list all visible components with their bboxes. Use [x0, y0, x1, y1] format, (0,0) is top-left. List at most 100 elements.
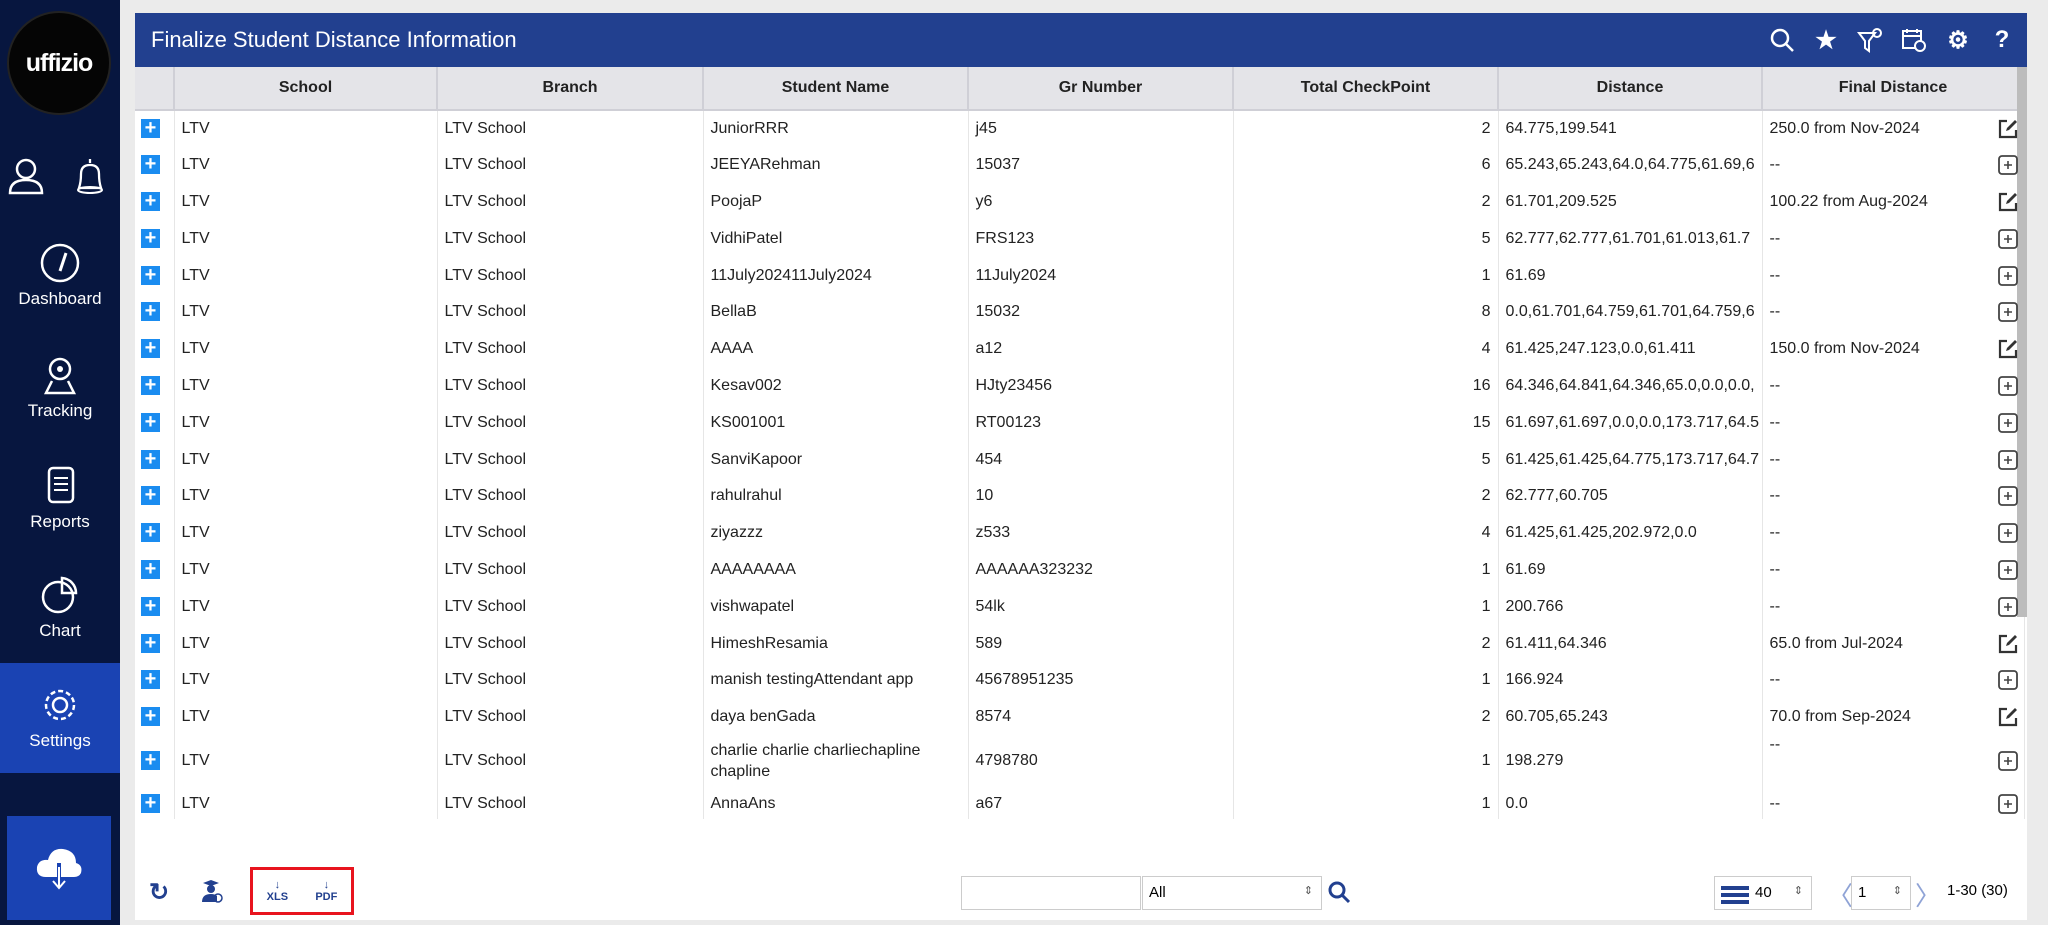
page-number-select[interactable]: 1 ⇕	[1851, 876, 1911, 910]
sidebar-item-settings[interactable]: Settings	[0, 663, 120, 773]
add-final-distance-icon[interactable]	[1997, 412, 2018, 433]
student-name-cell: charlie charlie charliechapline chapline	[703, 735, 969, 786]
expand-row-icon[interactable]: +	[141, 633, 160, 653]
export-xls-button[interactable]: ↓ XLS	[267, 879, 288, 903]
next-page-icon[interactable]: 〉	[1915, 876, 1941, 913]
checkpoint-cell: 4	[1233, 514, 1499, 552]
column-header[interactable]: Gr Number	[968, 67, 1234, 111]
prev-page-icon[interactable]: 〈	[1827, 876, 1853, 913]
sidebar-item-tracking[interactable]: Tracking	[0, 355, 120, 465]
page-size-select[interactable]: 40 ⇕	[1714, 876, 1812, 910]
bell-icon[interactable]	[70, 156, 110, 196]
calendar-schedule-icon[interactable]	[1899, 25, 1929, 55]
final-distance-value: --	[1769, 487, 1781, 505]
expand-row-icon[interactable]: +	[141, 522, 160, 543]
column-header[interactable]: Branch	[437, 67, 704, 111]
search-icon[interactable]	[1767, 25, 1797, 55]
add-final-distance-icon[interactable]	[1997, 265, 2018, 286]
distance-cell: 64.775,199.541	[1498, 110, 1763, 147]
expand-row-icon[interactable]: +	[141, 375, 160, 395]
column-header[interactable]: School	[174, 67, 438, 111]
edit-icon[interactable]	[1998, 707, 2018, 727]
edit-icon[interactable]	[1998, 634, 2018, 654]
expand-row-icon[interactable]: +	[141, 338, 160, 359]
expand-row-icon[interactable]: +	[141, 154, 160, 175]
search-input[interactable]	[961, 876, 1141, 910]
add-final-distance-icon[interactable]	[1997, 596, 2018, 617]
gr-number-cell: 589	[968, 625, 1234, 662]
branch-cell: LTV School	[437, 293, 704, 331]
expand-row-icon[interactable]: +	[141, 118, 160, 138]
table-row: + LTV LTV School vishwapatel 54lk 1 200.766 --	[135, 588, 2025, 626]
expand-row-icon[interactable]: +	[141, 559, 160, 579]
download-button[interactable]	[7, 816, 111, 920]
expand-row-icon[interactable]: +	[141, 596, 160, 616]
expand-row-icon[interactable]: +	[141, 191, 160, 211]
final-distance-value: --	[1769, 450, 1781, 468]
sidebar: uffizio Dashboard Tracking Reports Chart…	[0, 0, 120, 925]
filter-select[interactable]: All ⇕	[1142, 876, 1322, 910]
table-row: + LTV LTV School AAAA a12 4 61.425,247.123,0.0…	[135, 330, 2025, 368]
expand-row-icon[interactable]: +	[141, 793, 160, 813]
add-final-distance-icon[interactable]	[1997, 228, 2018, 249]
refresh-icon[interactable]: ↻	[149, 878, 169, 907]
settings-gear-icon[interactable]: ⚙	[1943, 25, 1973, 55]
add-final-distance-icon[interactable]	[1997, 486, 2018, 507]
column-header[interactable]: Distance	[1498, 67, 1763, 111]
expand-row-icon[interactable]: +	[141, 265, 160, 285]
filter-settings-icon[interactable]	[1855, 25, 1885, 55]
favorite-star-icon[interactable]: ★	[1811, 25, 1841, 55]
checkpoint-cell: 2	[1233, 477, 1499, 515]
column-header[interactable]: Student Name	[703, 67, 969, 111]
pdf-label: PDF	[315, 891, 338, 903]
expand-row-icon[interactable]: +	[141, 485, 160, 506]
expand-row-icon[interactable]: +	[141, 750, 160, 770]
checkpoint-cell: 1	[1233, 551, 1499, 589]
expand-row-icon[interactable]: +	[141, 412, 160, 432]
add-final-distance-icon[interactable]	[1997, 523, 2018, 544]
sidebar-item-reports[interactable]: Reports	[0, 466, 120, 576]
add-final-distance-icon[interactable]	[1997, 670, 2018, 691]
dashboard-icon	[40, 243, 80, 283]
final-distance-cell: --	[1762, 367, 2025, 405]
help-icon[interactable]: ?	[1987, 25, 2017, 55]
expand-row-icon[interactable]: +	[141, 301, 160, 322]
add-final-distance-icon[interactable]	[1997, 449, 2018, 470]
add-final-distance-icon[interactable]	[1997, 750, 2018, 771]
student-name-cell: VidhiPatel	[703, 220, 969, 258]
expand-row-icon[interactable]: +	[141, 228, 160, 248]
edit-icon[interactable]	[1998, 119, 2018, 139]
sidebar-item-dashboard[interactable]: Dashboard	[0, 243, 120, 353]
add-final-distance-icon[interactable]	[1997, 155, 2018, 176]
school-cell: LTV	[174, 588, 438, 626]
edit-icon[interactable]	[1998, 192, 2018, 212]
branch-cell: LTV School	[437, 625, 704, 662]
branch-cell: LTV School	[437, 735, 704, 786]
user-icon[interactable]	[6, 156, 46, 196]
column-header[interactable]: Total CheckPoint	[1233, 67, 1499, 111]
search-button-icon[interactable]	[1327, 880, 1351, 904]
add-final-distance-icon[interactable]	[1997, 560, 2018, 580]
distance-cell: 62.777,60.705	[1498, 477, 1763, 515]
expand-row-icon[interactable]: +	[141, 706, 160, 727]
table-row: + LTV LTV School charlie charlie charliecha…	[135, 735, 2025, 786]
table-row: + LTV LTV School rahulrahul 10 2 62.777,60.705…	[135, 477, 2025, 515]
student-settings-icon[interactable]	[198, 878, 224, 904]
student-name-cell: AAAAAAAA	[703, 551, 969, 589]
final-distance-value: --	[1769, 156, 1781, 174]
sidebar-item-label: Reports	[30, 512, 90, 531]
checkpoint-cell: 4	[1233, 330, 1499, 368]
final-distance-cell: --	[1762, 551, 2025, 589]
add-final-distance-icon[interactable]	[1997, 302, 2018, 323]
add-final-distance-icon[interactable]	[1997, 376, 2018, 396]
export-pdf-button[interactable]: ↓ PDF	[315, 879, 337, 903]
edit-icon[interactable]	[1998, 339, 2018, 359]
student-name-cell: PoojaP	[703, 183, 969, 221]
expand-cell: +	[135, 514, 175, 552]
column-header[interactable]: Final Distance	[1762, 67, 2025, 111]
distance-cell: 61.701,209.525	[1498, 183, 1763, 221]
expand-row-icon[interactable]: +	[141, 669, 160, 690]
expand-row-icon[interactable]: +	[141, 449, 160, 469]
add-final-distance-icon[interactable]	[1997, 794, 2018, 814]
final-distance-value: 100.22 from Aug-2024	[1769, 192, 1928, 210]
